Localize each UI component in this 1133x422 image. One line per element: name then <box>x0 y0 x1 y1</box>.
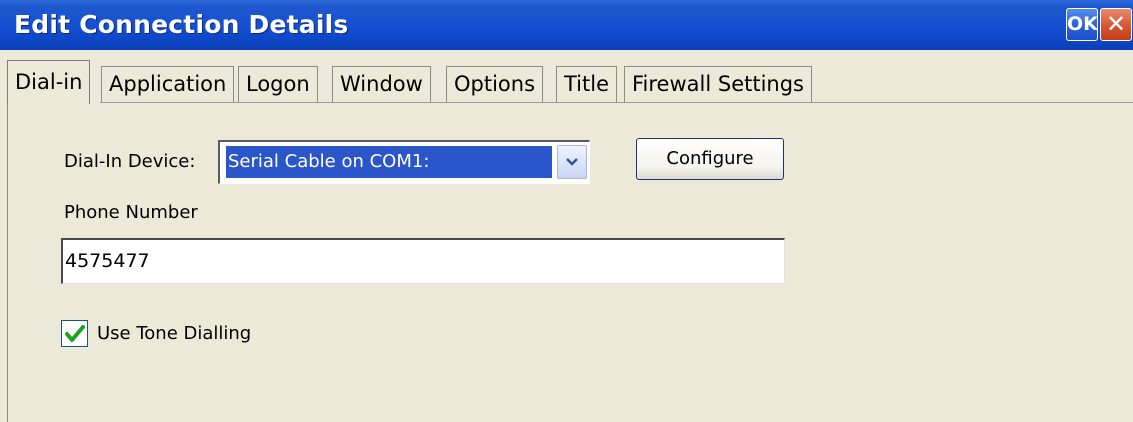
tab-dial-in[interactable]: Dial-in <box>7 60 91 104</box>
dialog-window: Edit Connection Details OK ✕ Dial-in App… <box>0 0 1133 422</box>
tab-application[interactable]: Application <box>101 66 235 102</box>
panel-border <box>7 104 8 422</box>
checkmark-icon <box>65 325 85 342</box>
title-bar[interactable]: Edit Connection Details OK ✕ <box>0 0 1133 50</box>
dial-in-device-value: Serial Cable on COM1: <box>226 146 552 178</box>
phone-number-input[interactable]: 4575477 <box>61 238 785 284</box>
tab-firewall-settings[interactable]: Firewall Settings <box>624 66 812 102</box>
chevron-down-icon <box>566 158 578 166</box>
ok-button[interactable]: OK <box>1066 8 1098 41</box>
dial-in-device-select[interactable]: Serial Cable on COM1: <box>218 140 590 184</box>
tab-logon[interactable]: Logon <box>238 66 318 102</box>
tab-window[interactable]: Window <box>332 66 431 102</box>
dropdown-button[interactable] <box>557 145 587 179</box>
tab-title[interactable]: Title <box>556 66 618 102</box>
tone-dialling-label: Use Tone Dialling <box>97 323 252 344</box>
tab-strip-line <box>100 102 1133 103</box>
dial-in-device-label: Dial-In Device: <box>64 151 196 172</box>
close-button[interactable]: ✕ <box>1100 8 1132 41</box>
close-icon: ✕ <box>1105 10 1127 38</box>
phone-number-label: Phone Number <box>64 202 198 223</box>
tab-options[interactable]: Options <box>446 66 544 102</box>
tone-dialling-checkbox[interactable] <box>61 320 88 347</box>
window-title: Edit Connection Details <box>14 10 349 39</box>
configure-button[interactable]: Configure <box>636 138 784 180</box>
